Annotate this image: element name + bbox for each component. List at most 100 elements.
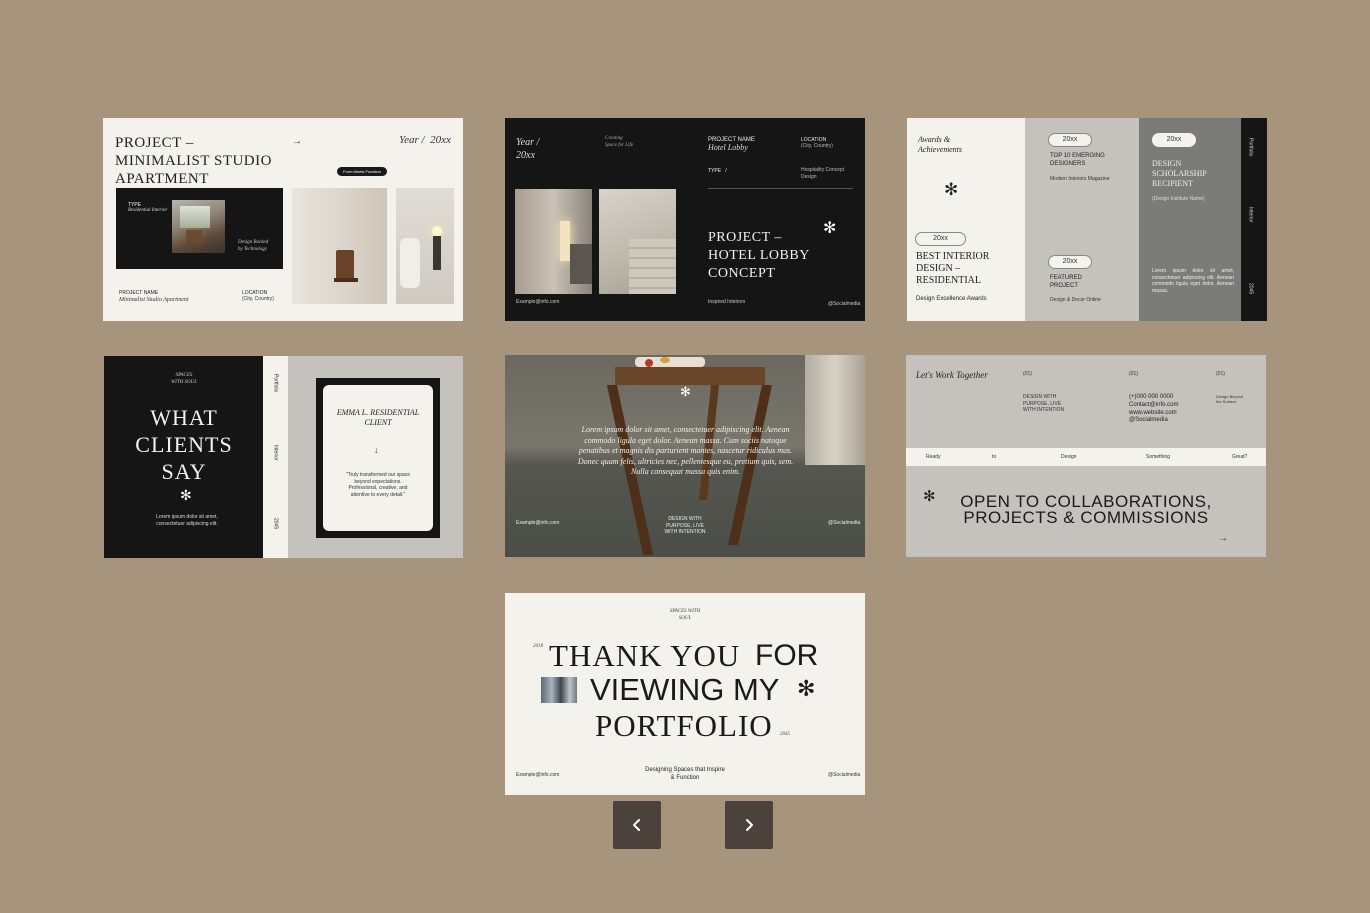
slide-awards[interactable]: Awards & Achievements ✻ 20xx BEST INTERI…	[907, 118, 1267, 321]
arrow-right-icon[interactable]: →	[1218, 533, 1228, 544]
beyond-text: Design Beyond the Surface	[1216, 394, 1244, 405]
center-tagline: DESIGN WITH PURPOSE, LIVE WITH INTENTION	[664, 516, 706, 535]
award-org: Design & Decor Online	[1050, 297, 1101, 303]
slide-project-minimalist-studio[interactable]: PROJECT – MINIMALIST STUDIO APARTMENT → …	[103, 118, 463, 321]
award-year-pill: 20xx	[1048, 255, 1092, 269]
contact-list: (+)000 000 0000 Contact@info.com www.web…	[1129, 394, 1178, 425]
award-org: Modern Interiors Magazine	[1050, 176, 1110, 182]
award-title: TOP 10 EMERGING DESIGNERS	[1050, 153, 1105, 167]
client-name: EMMA L. RESIDENTIAL CLIENT	[336, 408, 420, 427]
slide-contact[interactable]: Let's Work Together (01) (01) (01) DESIG…	[906, 355, 1266, 557]
award-title: BEST INTERIOR DESIGN – RESIDENTIAL	[916, 251, 990, 286]
slide-lorem-photo[interactable]: ✻ Lorem ipsum dolor sit amet, consectetu…	[505, 355, 865, 557]
number-label: (01)	[1129, 371, 1138, 377]
number-label: (01)	[1216, 371, 1225, 377]
asterisk-icon: ✻	[944, 180, 959, 200]
slide-thank-you[interactable]: SPACES WITH SOUL 2018 THANK YOU FOR VIEW…	[505, 593, 865, 795]
award-org: Design Excellence Awards	[916, 296, 987, 302]
headline-line-2: PROJECTS & COMMISSIONS	[963, 508, 1209, 527]
curtain	[805, 355, 865, 465]
website-link[interactable]: www.website.com	[1129, 410, 1178, 418]
email-link[interactable]: Contact@info.com	[1129, 402, 1178, 410]
location-value: (City, Country)	[801, 143, 833, 149]
dark-panel: SPACES WITH SOUL WHAT CLIENTS SAY ✻ Lore…	[104, 356, 263, 558]
asterisk-icon: ✻	[923, 487, 936, 505]
inspired-label: Inspired Interiors	[708, 299, 746, 305]
thank-line-3: PORTFOLIO	[595, 708, 773, 743]
phone[interactable]: (+)000 000 0000	[1129, 394, 1178, 402]
type-label: TYPE /	[708, 168, 727, 174]
chair-wall-photo	[292, 188, 387, 304]
strip-word: to	[992, 454, 997, 460]
lorem-text: Lorem ipsum dolor sit amet, consectetuer…	[1152, 268, 1234, 294]
social-handle: @Socialmedia	[828, 520, 861, 526]
purpose-text: DESIGN WITH PURPOSE, LIVE WITH INTENTION	[1023, 394, 1065, 413]
slide-what-clients-say[interactable]: SPACES WITH SOUL WHAT CLIENTS SAY ✻ Lore…	[104, 356, 463, 558]
type-value: Residential Interior	[128, 208, 168, 213]
down-arrow-icon: ↓	[374, 445, 379, 455]
prev-button[interactable]	[613, 801, 661, 849]
lorem-text: Lorem ipsum dolor sit amet, consectetuer…	[577, 425, 794, 476]
slide-title: PROJECT – HOTEL LOBBY CONCEPT	[708, 230, 810, 281]
badge: Form Meets Function	[337, 167, 387, 176]
side-label: Interior	[1247, 207, 1254, 223]
project-name-value: Hotel Lobby	[708, 143, 748, 152]
award-column-grey: 20xx TOP 10 EMERGING DESIGNERS Modern In…	[1025, 118, 1139, 321]
feature-panel: TYPE Residential Interior Design Backed …	[116, 188, 283, 269]
side-label: 2045	[272, 518, 279, 530]
location-value: (City, Country)	[242, 296, 274, 302]
lorem-text: Lorem ipsum dolor sit amet, consectetuer…	[156, 514, 218, 527]
email: Example@info.com	[516, 772, 560, 778]
side-label: 2045	[1247, 283, 1254, 295]
chair-photo	[172, 200, 225, 253]
social-handle: @Socialmedia	[828, 772, 861, 778]
social-handle: @Socialmedia	[828, 301, 861, 307]
thank-line-2: VIEWING MY	[590, 672, 780, 707]
year-right: 2045	[780, 732, 790, 737]
wavy-frame: EMMA L. RESIDENTIAL CLIENT ↓ "Truly tran…	[323, 385, 433, 531]
asterisk-icon: ✻	[180, 488, 192, 504]
type-value: Hospitality Concept Design	[801, 167, 845, 180]
testimonial-card: EMMA L. RESIDENTIAL CLIENT ↓ "Truly tran…	[316, 378, 440, 538]
project-name-label: PROJECT NAME	[119, 290, 159, 296]
social-link[interactable]: @Socialmedia	[1129, 417, 1178, 425]
award-title: DESIGN SCHOLARSHIP RECIPIENT	[1152, 159, 1207, 188]
thank-line-1a: THANK YOU	[549, 638, 741, 673]
year-label: Year / 20xx	[399, 134, 451, 146]
award-year-pill: 20xx	[1048, 133, 1092, 147]
thank-line-1b: FOR	[755, 639, 819, 672]
lobby-photo-2	[599, 189, 676, 294]
creating-label: Creating Space for Life	[605, 136, 634, 148]
tag: SPACES WITH SOUL	[669, 609, 701, 621]
ready-strip: Ready to Design Something Great?	[906, 448, 1266, 466]
award-org: (Design Institute Name)	[1152, 196, 1205, 202]
slide-title: PROJECT – MINIMALIST STUDIO APARTMENT	[115, 135, 272, 187]
side-bar: Portfolio Interior 2045	[1241, 118, 1267, 321]
project-name-value: Minimalist Studio Apartment	[119, 297, 189, 303]
number-label: (01)	[1023, 371, 1032, 377]
side-label: Interior	[272, 445, 279, 461]
strip-word: Something	[1146, 454, 1170, 460]
contact-heading: Let's Work Together	[916, 370, 988, 380]
award-year-pill: 20xx	[915, 232, 966, 246]
award-year-pill: 20xx	[1152, 133, 1196, 147]
year-left: 2018	[533, 644, 543, 649]
lobby-photo-1	[515, 189, 592, 294]
tagline: Design Backed by Technology	[238, 240, 269, 252]
asterisk-icon: ✻	[680, 385, 691, 400]
side-bar: Portfolio Interior 2045	[263, 356, 288, 558]
strip-word: Ready	[926, 454, 941, 460]
asterisk-icon: ✻	[823, 218, 837, 237]
strip-word: Design	[1061, 454, 1077, 460]
next-button[interactable]	[725, 801, 773, 849]
slide-hotel-lobby[interactable]: Year / 20xx Creating Space for Life PROJ…	[505, 118, 865, 321]
award-title: FEATURED PROJECT	[1050, 275, 1082, 289]
divider	[708, 188, 853, 189]
email: Example@info.com	[516, 299, 560, 305]
lamp-photo	[396, 188, 454, 304]
asterisk-icon: ✻	[797, 677, 816, 702]
quote: "Truly transformed our space beyond expe…	[345, 472, 411, 498]
arrow-right-icon: →	[292, 136, 302, 147]
center-tagline: Designing Spaces that Inspire & Function	[645, 767, 725, 781]
strip-word: Great?	[1232, 454, 1248, 460]
